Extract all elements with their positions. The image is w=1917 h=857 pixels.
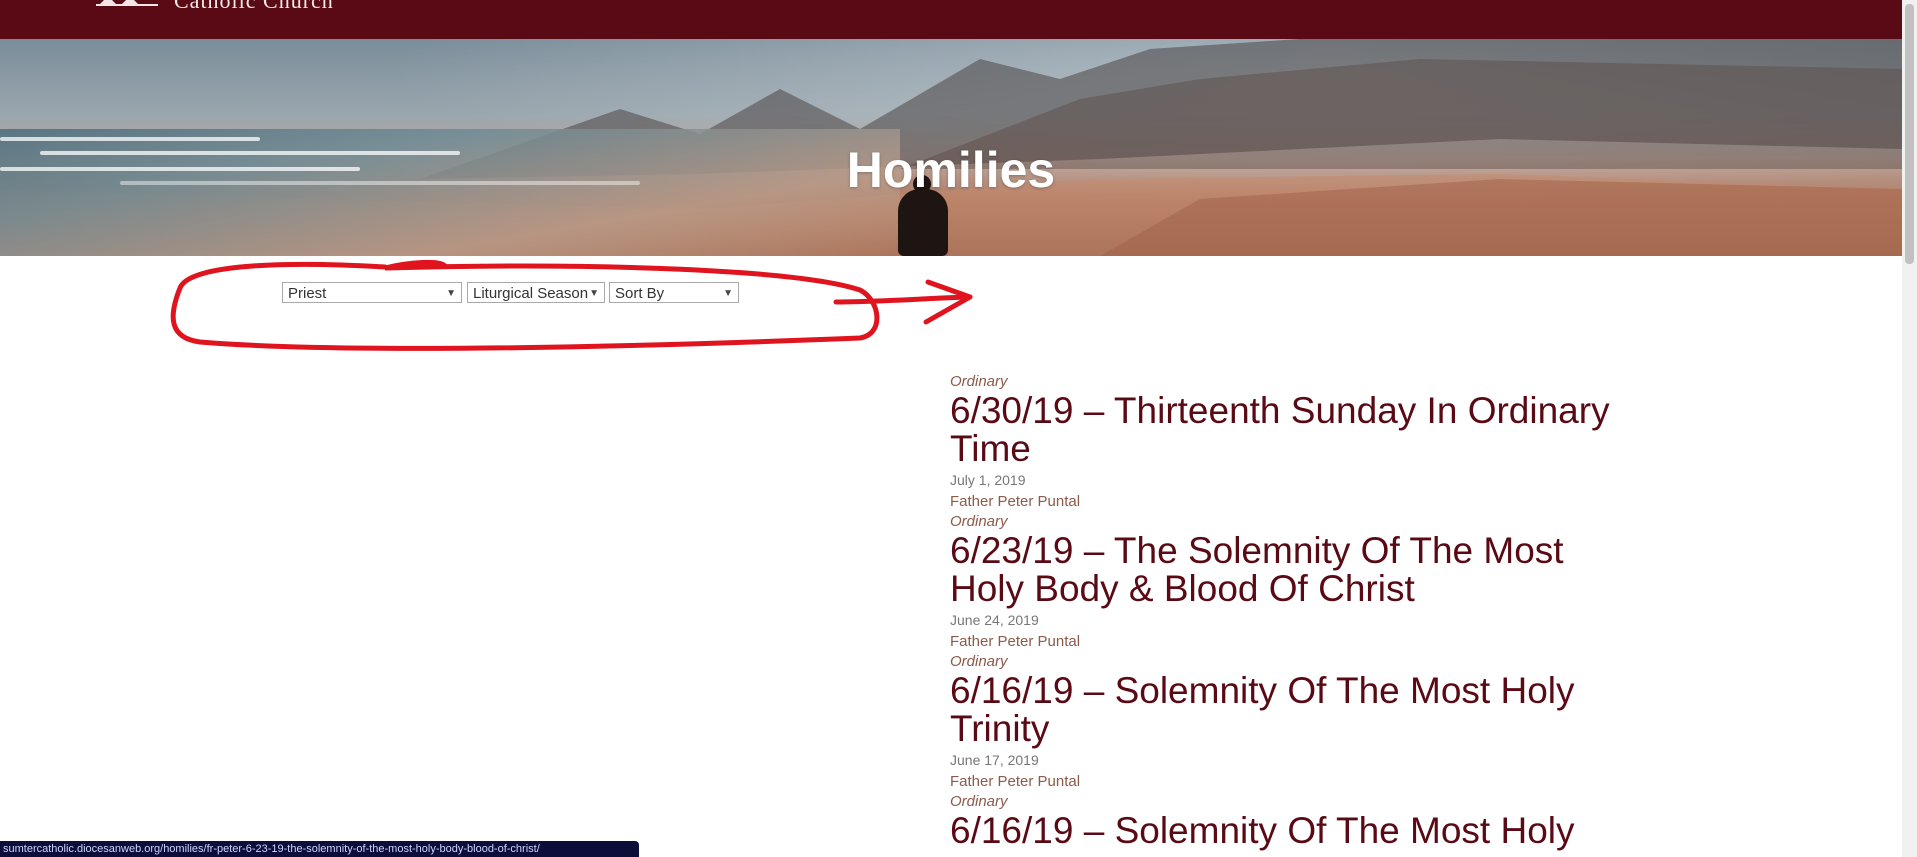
site-name[interactable]: Catholic Church — [174, 0, 334, 14]
page-title: Homilies — [846, 142, 1056, 198]
link-status-bar: sumtercatholic.diocesanweb.org/homilies/… — [0, 841, 639, 857]
homily-season[interactable]: Ordinary — [950, 792, 1630, 812]
priest-select-label: Priest — [288, 285, 327, 302]
page-scrollbar[interactable] — [1902, 0, 1917, 857]
homily-date: June 24, 2019 — [950, 612, 1039, 628]
chevron-down-icon: ▼ — [589, 288, 599, 299]
list-item: Ordinary 6/30/19 – Thirteenth Sunday In … — [950, 372, 1630, 512]
homily-list: Ordinary 6/30/19 – Thirteenth Sunday In … — [950, 372, 1630, 850]
chevron-down-icon: ▼ — [446, 288, 456, 299]
homily-season[interactable]: Ordinary — [950, 652, 1630, 672]
priest-select[interactable]: Priest ▼ — [282, 282, 462, 303]
season-select-label: Liturgical Season — [473, 285, 589, 302]
homily-season[interactable]: Ordinary — [950, 512, 1630, 532]
homily-title-link[interactable]: 6/23/19 – The Solemnity Of The Most Holy… — [950, 532, 1630, 608]
scrollbar-thumb[interactable] — [1905, 4, 1914, 264]
list-item: Ordinary 6/16/19 – Solemnity Of The Most… — [950, 792, 1630, 850]
homily-priest[interactable]: Father Peter Puntal — [950, 772, 1630, 792]
homily-priest[interactable]: Father Peter Puntal — [950, 492, 1630, 512]
homily-date: June 17, 2019 — [950, 752, 1039, 768]
chevron-down-icon: ▼ — [723, 288, 733, 299]
list-item: Ordinary 6/23/19 – The Solemnity Of The … — [950, 512, 1630, 652]
homily-priest[interactable]: Father Peter Puntal — [950, 632, 1630, 652]
liturgical-season-select[interactable]: Liturgical Season ▼ — [467, 282, 605, 303]
homily-date: July 1, 2019 — [950, 472, 1026, 488]
church-logo-icon[interactable] — [96, 0, 158, 6]
homily-title-link[interactable]: 6/16/19 – Solemnity Of The Most Holy — [950, 812, 1630, 850]
homily-title-link[interactable]: 6/30/19 – Thirteenth Sunday In Ordinary … — [950, 392, 1630, 468]
hero-banner: Homilies — [0, 39, 1902, 256]
walking-person-figure — [898, 175, 948, 256]
sort-select-label: Sort By — [615, 285, 665, 302]
homily-season[interactable]: Ordinary — [950, 372, 1630, 392]
site-header: Catholic Church — [0, 0, 1902, 39]
annotation-arrow-shaft — [833, 294, 973, 305]
list-item: Ordinary 6/16/19 – Solemnity Of The Most… — [950, 652, 1630, 792]
homily-title-link[interactable]: 6/16/19 – Solemnity Of The Most Holy Tri… — [950, 672, 1630, 748]
annotation-circle — [170, 259, 880, 351]
sort-by-select[interactable]: Sort By ▼ — [609, 282, 739, 303]
annotation-arrow-head — [923, 279, 973, 325]
